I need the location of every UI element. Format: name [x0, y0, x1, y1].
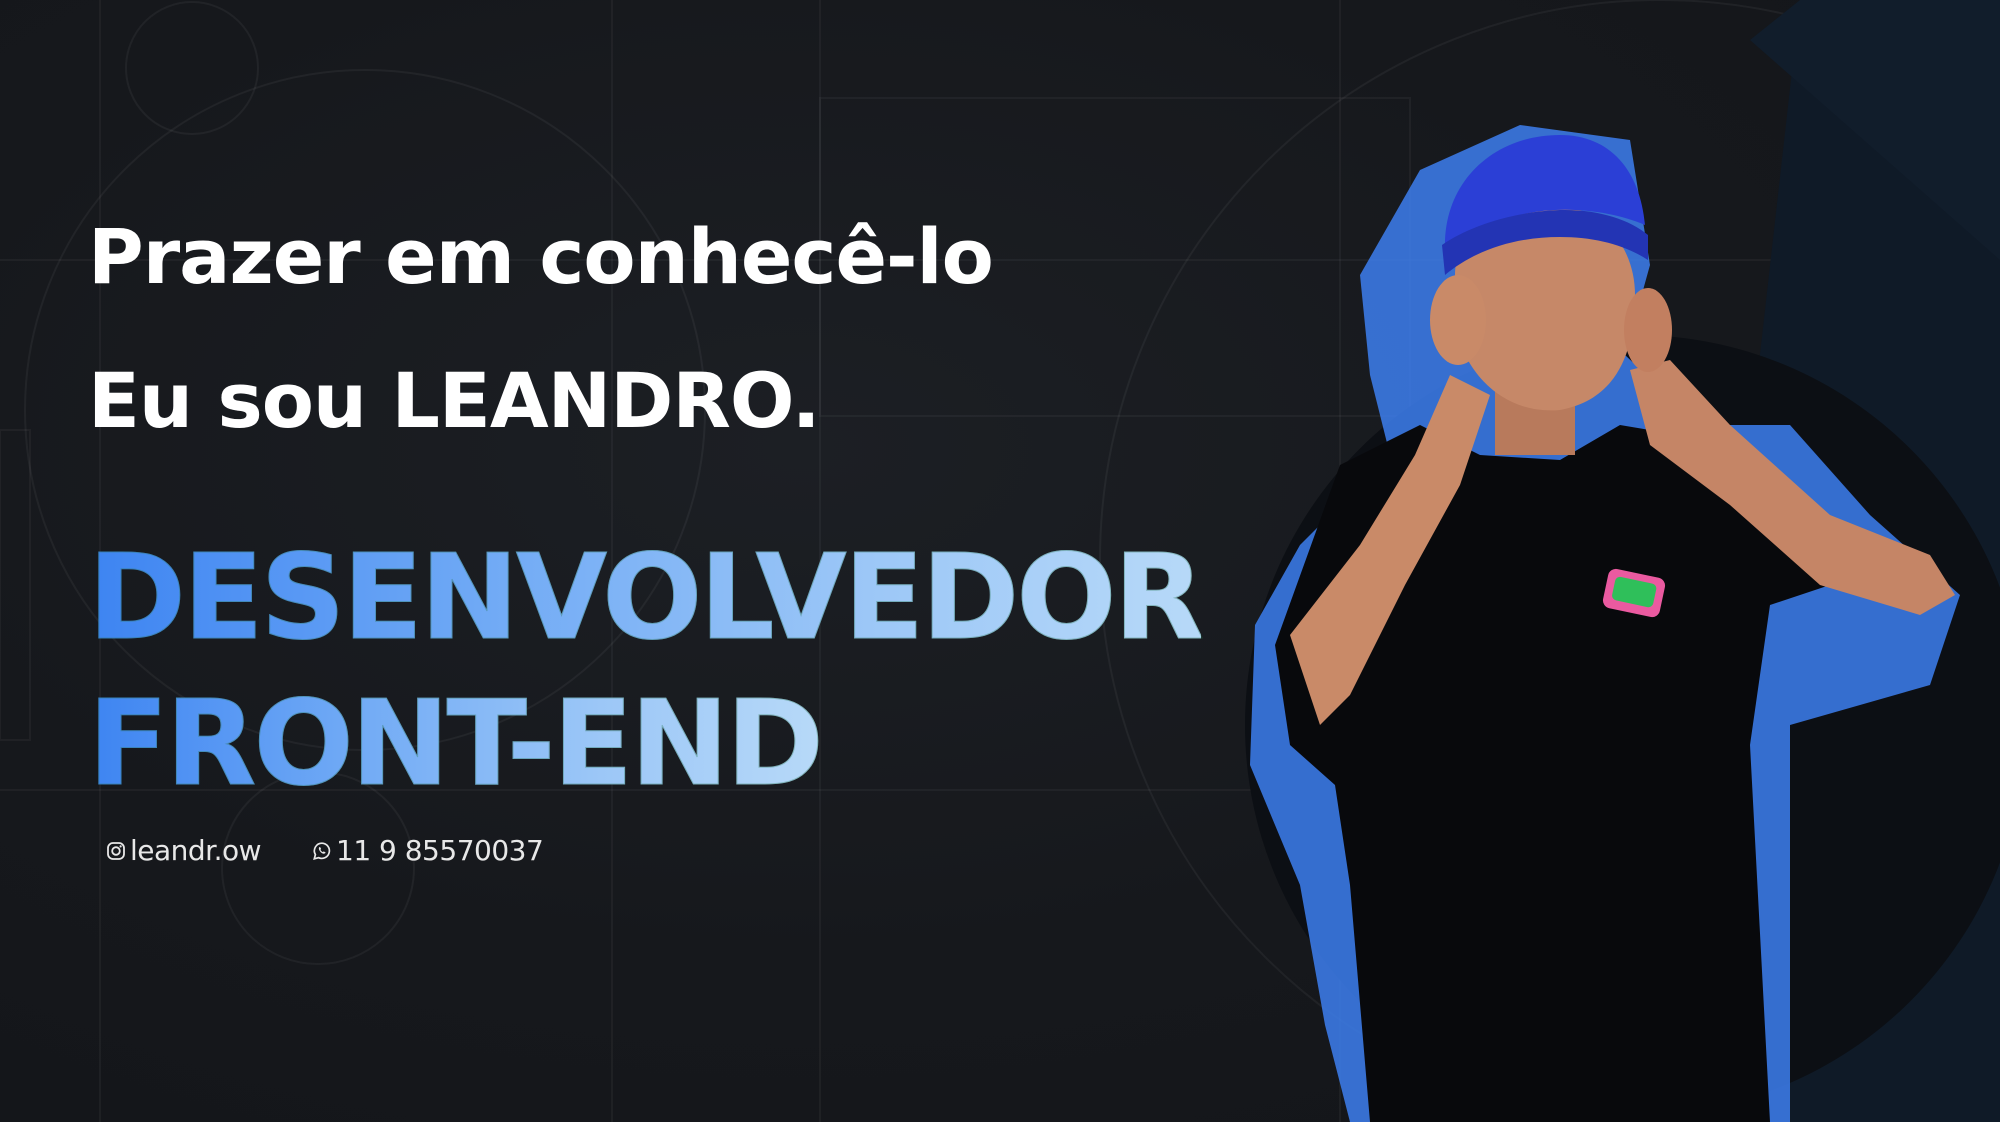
role-title-line2: FRONT-END: [88, 674, 825, 812]
banner-canvas: Prazer em conhecê-lo Eu sou LEANDRO. DES…: [0, 0, 2000, 1122]
whatsapp-contact[interactable]: 11 9 85570037: [312, 834, 544, 867]
instagram-contact[interactable]: leandr.ow: [106, 834, 262, 867]
whatsapp-icon: [313, 841, 331, 860]
role-title-line1: DESENVOLVEDOR: [87, 528, 1204, 666]
instagram-handle: leandr.ow: [130, 834, 262, 867]
greeting-heading: Prazer em conhecê-lo: [88, 212, 994, 301]
whatsapp-number: 11 9 85570037: [336, 834, 544, 867]
profile-photo: [1245, 125, 2000, 1122]
instagram-icon: [107, 841, 125, 860]
intro-heading: Eu sou LEANDRO.: [88, 356, 821, 445]
